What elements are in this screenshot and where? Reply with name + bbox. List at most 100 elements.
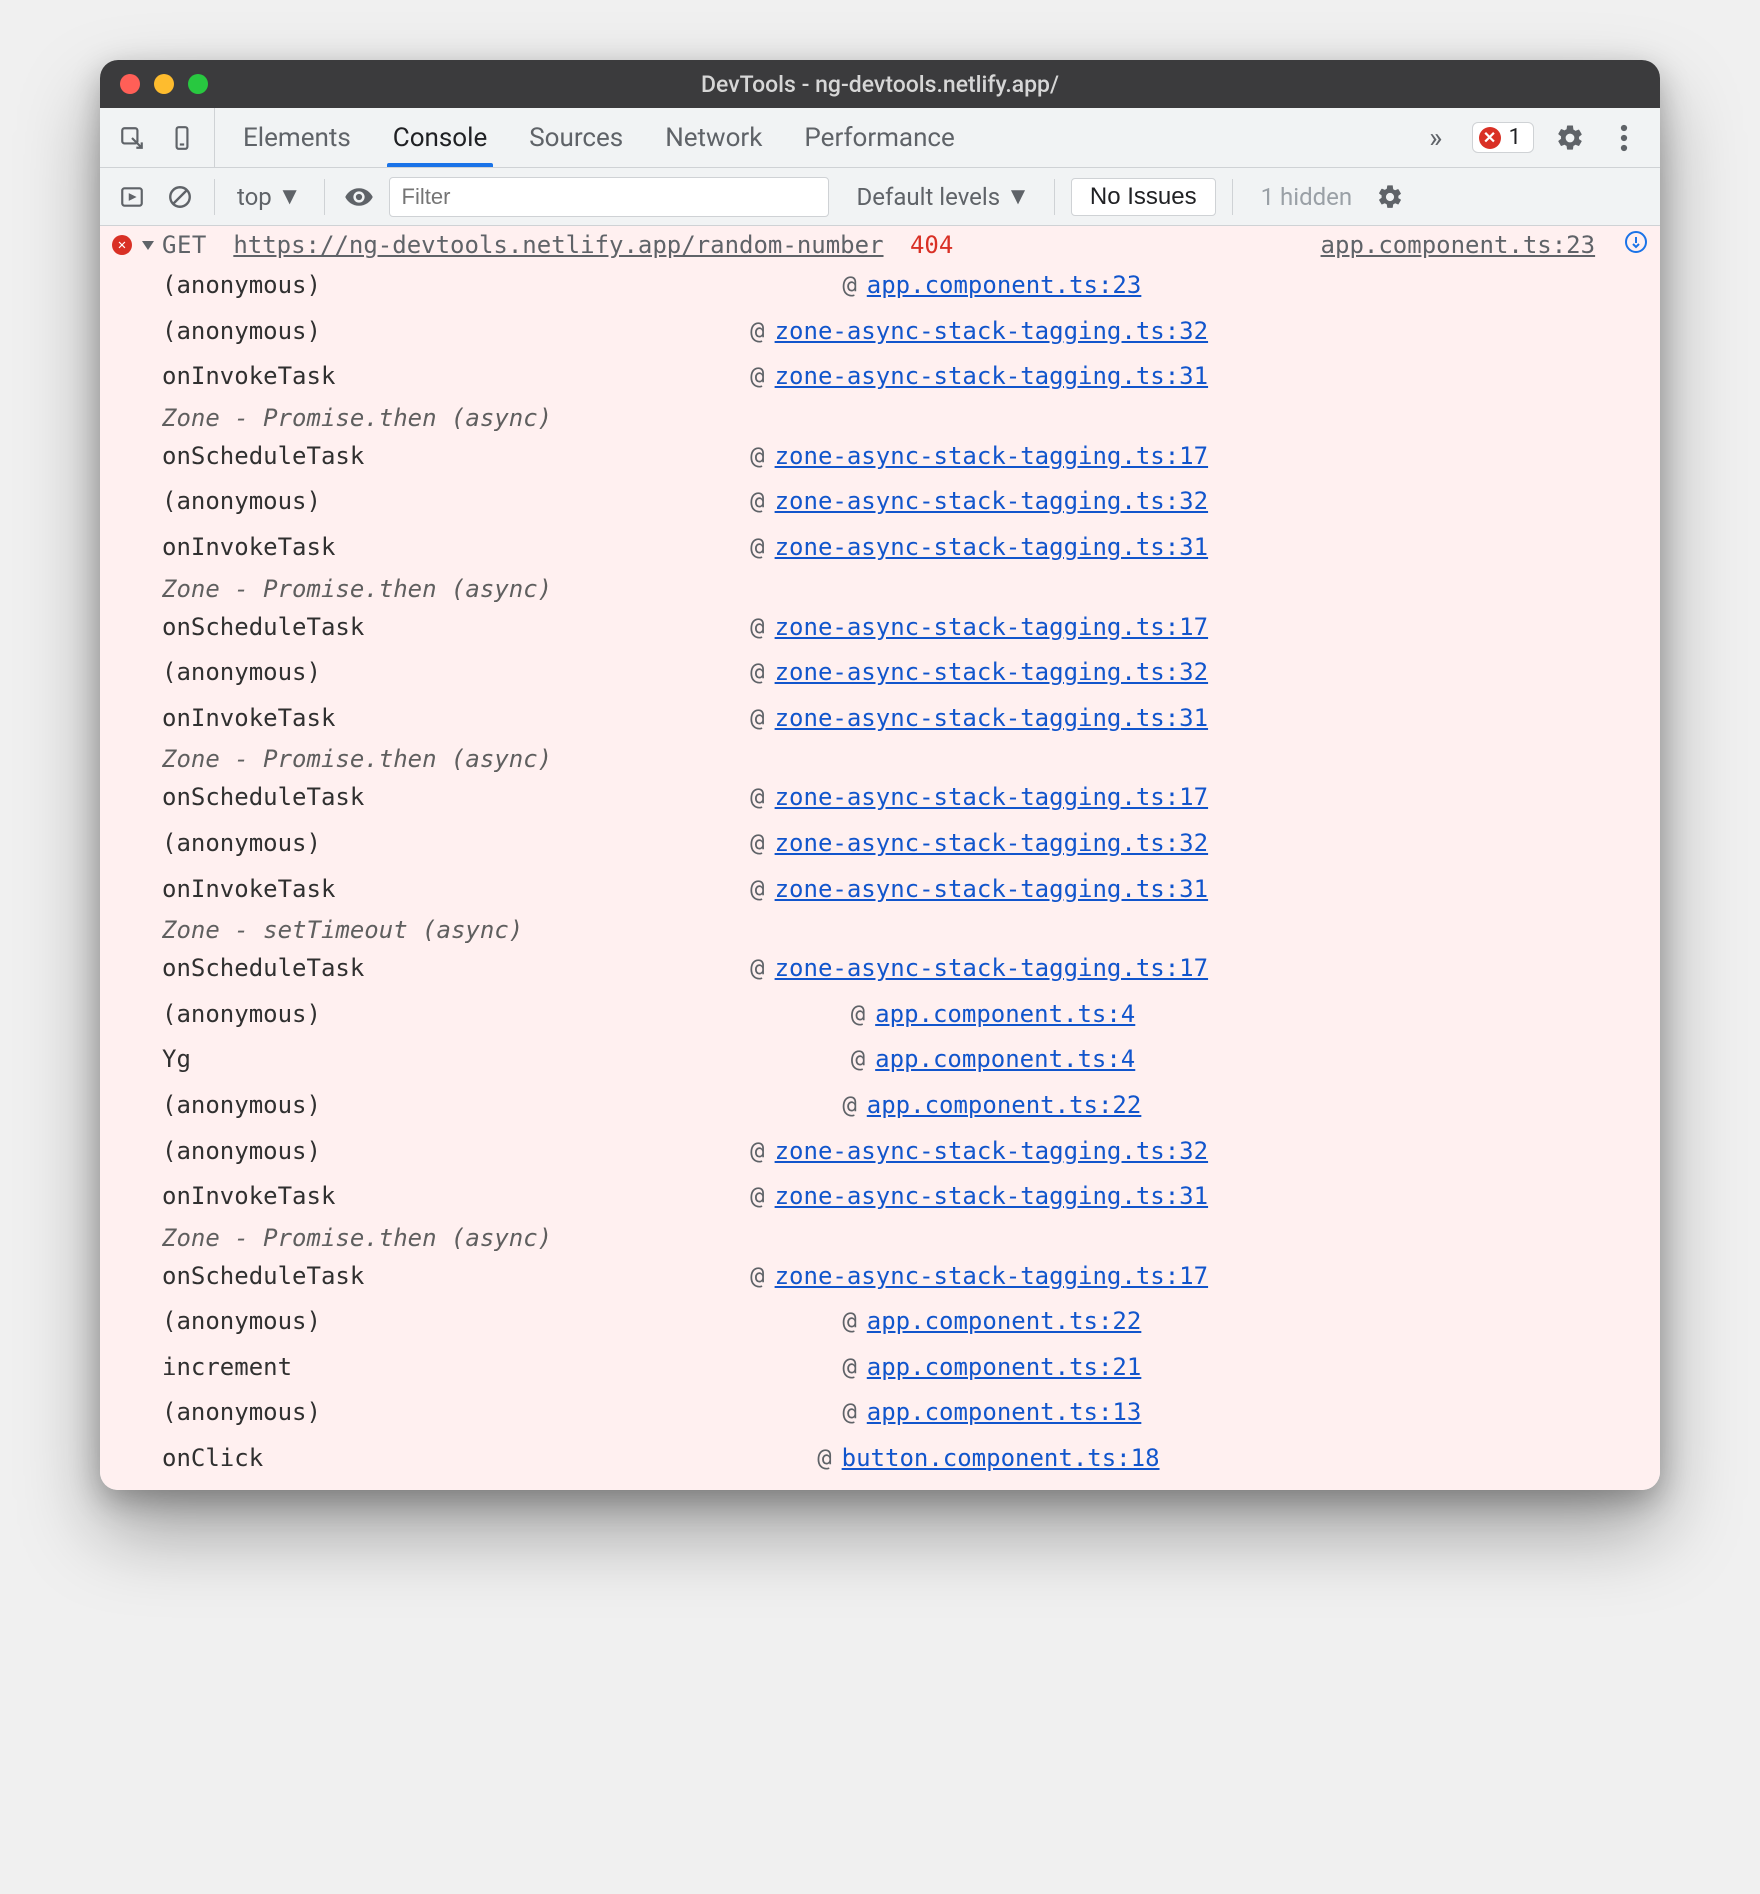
async-boundary-label: Zone - Promise.then (async) [162,1220,1634,1254]
frame-source-link[interactable]: zone-async-stack-tagging.ts:17 [775,605,1208,651]
stack-frame-row: onScheduleTask@zone-async-stack-tagging.… [162,1254,1634,1300]
stack-frame-row: onScheduleTask@zone-async-stack-tagging.… [162,946,1634,992]
request-url[interactable]: https://ng-devtools.netlify.app/random-n… [233,231,883,259]
frame-function: onScheduleTask [162,775,750,821]
titlebar: DevTools - ng-devtools.netlify.app/ [100,60,1660,108]
device-toolbar-icon[interactable] [164,120,200,156]
frame-source-link[interactable]: zone-async-stack-tagging.ts:32 [775,309,1208,355]
frame-source-link[interactable]: zone-async-stack-tagging.ts:31 [775,867,1208,913]
frame-source-link[interactable]: button.component.ts:18 [842,1436,1160,1482]
close-icon[interactable] [120,74,140,94]
frame-function: (anonymous) [162,1299,842,1345]
error-message-row[interactable]: ✕ GET https://ng-devtools.netlify.app/ra… [100,226,1660,263]
stack-frame-row: onInvokeTask@zone-async-stack-tagging.ts… [162,525,1634,571]
chevron-down-icon: ▼ [278,182,302,211]
stack-frame-row: (anonymous)@zone-async-stack-tagging.ts:… [162,309,1634,355]
frame-source-link[interactable]: app.component.ts:22 [867,1083,1142,1129]
frame-function: onClick [162,1436,817,1482]
hidden-count: 1 hidden [1261,183,1353,211]
stack-frame-row: onInvokeTask@zone-async-stack-tagging.ts… [162,1174,1634,1220]
frame-source-link[interactable]: zone-async-stack-tagging.ts:31 [775,354,1208,400]
error-icon: ✕ [1479,127,1501,149]
stack-frame-row: (anonymous)@zone-async-stack-tagging.ts:… [162,821,1634,867]
filter-input[interactable] [389,177,829,217]
frame-function: onInvokeTask [162,354,750,400]
frame-function: (anonymous) [162,309,750,355]
frame-source-link[interactable]: zone-async-stack-tagging.ts:32 [775,479,1208,525]
issues-button[interactable]: No Issues [1071,178,1216,216]
main-tabbar: Elements Console Sources Network Performance… [100,108,1660,168]
frame-function: onScheduleTask [162,605,750,651]
frame-source-link[interactable]: zone-async-stack-tagging.ts:31 [775,1174,1208,1220]
stack-frame-row: onScheduleTask@zone-async-stack-tagging.… [162,775,1634,821]
stack-frame-row: (anonymous)@zone-async-stack-tagging.ts:… [162,650,1634,696]
frame-source-link[interactable]: zone-async-stack-tagging.ts:17 [775,775,1208,821]
frame-source-link[interactable]: app.component.ts:13 [867,1390,1142,1436]
chevron-down-icon: ▼ [1006,182,1030,211]
stack-frame-row: onInvokeTask@zone-async-stack-tagging.ts… [162,354,1634,400]
frame-source-link[interactable]: zone-async-stack-tagging.ts:32 [775,1129,1208,1175]
stack-frame-row: onScheduleTask@zone-async-stack-tagging.… [162,605,1634,651]
frame-source-link[interactable]: zone-async-stack-tagging.ts:31 [775,696,1208,742]
frame-source-link[interactable]: app.component.ts:4 [875,992,1135,1038]
settings-icon[interactable] [1552,120,1588,156]
stack-frame-row: onInvokeTask@zone-async-stack-tagging.ts… [162,696,1634,742]
maximize-icon[interactable] [188,74,208,94]
frame-function: (anonymous) [162,821,750,867]
frame-function: (anonymous) [162,479,750,525]
tab-performance[interactable]: Performance [804,108,954,167]
stack-frame-row: (anonymous)@zone-async-stack-tagging.ts:… [162,1129,1634,1175]
async-boundary-label: Zone - Promise.then (async) [162,571,1634,605]
error-count-badge[interactable]: ✕ 1 [1472,122,1534,153]
frame-source-link[interactable]: zone-async-stack-tagging.ts:17 [775,1254,1208,1300]
frame-function: (anonymous) [162,992,851,1038]
minimize-icon[interactable] [154,74,174,94]
stack-frame-row: (anonymous)@app.component.ts:4 [162,992,1634,1038]
frame-source-link[interactable]: zone-async-stack-tagging.ts:31 [775,525,1208,571]
async-stack-icon[interactable] [1624,230,1648,260]
frame-source-link[interactable]: zone-async-stack-tagging.ts:32 [775,821,1208,867]
inspect-element-icon[interactable] [114,120,150,156]
stack-frame-row: increment@app.component.ts:21 [162,1345,1634,1391]
frame-function: onScheduleTask [162,1254,750,1300]
live-expression-icon[interactable] [341,179,377,215]
stack-frame-row: onClick@button.component.ts:18 [162,1436,1634,1482]
message-origin-link[interactable]: app.component.ts:23 [1321,231,1596,259]
frame-function: onInvokeTask [162,525,750,571]
frame-function: onInvokeTask [162,1174,750,1220]
console-settings-icon[interactable] [1372,179,1408,215]
frame-source-link[interactable]: zone-async-stack-tagging.ts:17 [775,434,1208,480]
error-count: 1 [1509,125,1521,150]
frame-function: (anonymous) [162,1390,842,1436]
frame-function: (anonymous) [162,1129,750,1175]
frame-function: onScheduleTask [162,434,750,480]
more-options-icon[interactable] [1606,120,1642,156]
log-levels-selector[interactable]: Default levels ▼ [849,182,1038,211]
more-tabs-icon[interactable]: » [1418,120,1454,156]
toggle-sidebar-icon[interactable] [114,179,150,215]
async-boundary-label: Zone - Promise.then (async) [162,741,1634,775]
frame-source-link[interactable]: zone-async-stack-tagging.ts:32 [775,650,1208,696]
context-selector[interactable]: top ▼ [231,182,308,211]
tab-network[interactable]: Network [665,108,762,167]
stack-frame-row: (anonymous)@zone-async-stack-tagging.ts:… [162,479,1634,525]
window-title: DevTools - ng-devtools.netlify.app/ [100,71,1660,98]
stack-frame-row: (anonymous)@app.component.ts:13 [162,1390,1634,1436]
clear-console-icon[interactable] [162,179,198,215]
frame-function: Yg [162,1037,851,1083]
frame-source-link[interactable]: zone-async-stack-tagging.ts:17 [775,946,1208,992]
frame-function: (anonymous) [162,263,842,309]
frame-function: onInvokeTask [162,696,750,742]
tab-sources[interactable]: Sources [529,108,623,167]
tab-console[interactable]: Console [393,108,487,167]
tab-elements[interactable]: Elements [243,108,351,167]
disclosure-triangle-icon[interactable] [142,241,154,250]
frame-source-link[interactable]: app.component.ts:22 [867,1299,1142,1345]
frame-source-link[interactable]: app.component.ts:21 [867,1345,1142,1391]
request-method: GET [162,231,207,259]
frame-source-link[interactable]: app.component.ts:23 [867,263,1142,309]
error-icon: ✕ [112,235,132,255]
frame-function: onScheduleTask [162,946,750,992]
frame-source-link[interactable]: app.component.ts:4 [875,1037,1135,1083]
stack-frame-row: Yg@app.component.ts:4 [162,1037,1634,1083]
